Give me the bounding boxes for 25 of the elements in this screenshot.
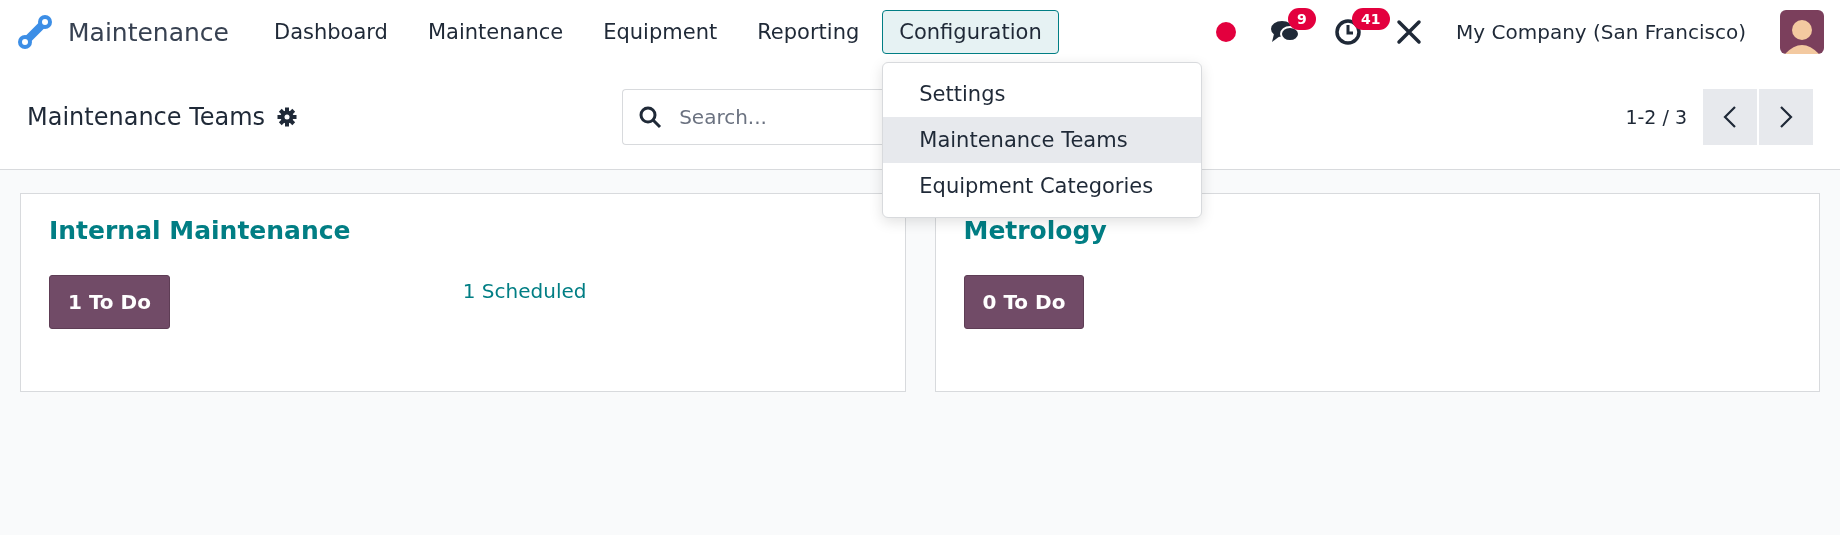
search-icon: [638, 104, 663, 129]
menu-item[interactable]: Equipment: [586, 10, 735, 54]
message-count: 9: [1288, 8, 1316, 30]
menu-item[interactable]: Maintenance: [410, 10, 581, 54]
app-name: Maintenance: [68, 17, 229, 47]
clock-icon[interactable]: [1334, 18, 1363, 46]
team-card[interactable]: Internal Maintenance 1 To Do 1 Scheduled: [20, 193, 906, 392]
app-logo-icon[interactable]: [16, 13, 54, 51]
page-title: Maintenance Teams: [27, 102, 266, 131]
team-name[interactable]: Internal Maintenance: [49, 216, 877, 245]
scheduled-link[interactable]: 1 Scheduled: [462, 279, 877, 303]
menu-item[interactable]: Reporting: [740, 10, 877, 54]
chevron-left-icon: [1723, 104, 1737, 129]
status-dot[interactable]: [1216, 22, 1237, 42]
team-name[interactable]: Metrology: [963, 216, 1791, 245]
todo-button[interactable]: 0 To Do: [963, 275, 1085, 329]
company-name[interactable]: My Company (San Francisco): [1456, 20, 1746, 44]
user-avatar[interactable]: [1780, 10, 1824, 54]
todo-button[interactable]: 1 To Do: [49, 275, 170, 329]
chevron-right-icon: [1779, 104, 1793, 129]
menu-item[interactable]: Dashboard: [257, 10, 405, 54]
activity-count: 41: [1352, 8, 1390, 30]
pager-value[interactable]: 1-2 / 3: [1625, 105, 1687, 128]
dropdown-item[interactable]: Maintenance Teams: [883, 117, 1202, 163]
menu-item[interactable]: Configuration: [882, 10, 1059, 54]
